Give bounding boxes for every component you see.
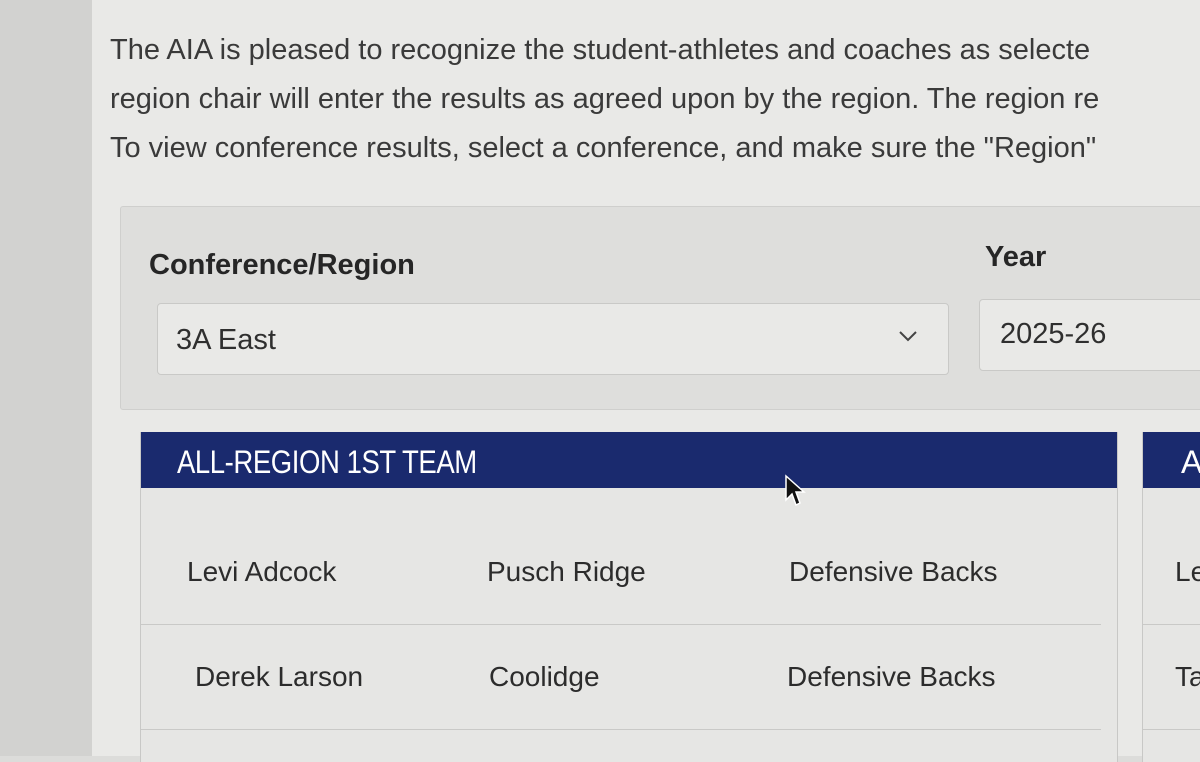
team-header: ALL-REGION 1ST TEAM	[141, 432, 1117, 488]
second-team-header: A	[1143, 432, 1200, 488]
page-content: The AIA is pleased to recognize the stud…	[92, 0, 1200, 762]
second-team-player-name: Le	[1175, 556, 1200, 587]
team-title: ALL-REGION 1ST TEAM	[177, 444, 477, 480]
player-position: Defensive Backs	[789, 556, 998, 587]
year-select[interactable]: 2025-26	[979, 299, 1200, 371]
year-value: 2025-26	[1000, 318, 1107, 350]
player-name: Levi Adcock	[187, 556, 337, 587]
year-label: Year	[985, 241, 1047, 273]
conference-region-value: 3A East	[176, 324, 276, 356]
conference-region-label: Conference/Region	[149, 249, 415, 281]
chevron-down-icon	[899, 331, 917, 342]
second-team-title: A	[1181, 444, 1200, 480]
list-item: Ta	[1143, 627, 1200, 730]
intro-line-3: To view conference results, select a con…	[110, 132, 1097, 164]
left-gutter	[0, 0, 92, 756]
list-item: Le	[1143, 522, 1200, 625]
all-region-1st-team-card: ALL-REGION 1ST TEAM Levi Adcock Pusch Ri…	[140, 432, 1118, 762]
intro-line-2: region chair will enter the results as a…	[110, 83, 1100, 115]
player-name: Derek Larson	[195, 661, 364, 692]
intro-line-1: The AIA is pleased to recognize the stud…	[110, 34, 1091, 66]
conference-region-select[interactable]: 3A East	[157, 303, 949, 375]
table-row: Derek Larson Coolidge Defensive Backs	[141, 627, 1101, 730]
mouse-pointer-icon	[785, 474, 806, 507]
intro-text: The AIA is pleased to recognize the stud…	[110, 26, 1200, 173]
filter-panel: Conference/Region Year 3A East 2025-26	[120, 206, 1200, 410]
second-team-player-name: Ta	[1175, 661, 1200, 692]
table-row: Levi Adcock Pusch Ridge Defensive Backs	[141, 522, 1101, 625]
player-position: Defensive Backs	[787, 661, 996, 692]
player-school: Pusch Ridge	[487, 556, 646, 587]
second-team-card: A Le Ta	[1142, 432, 1200, 762]
player-school: Coolidge	[489, 661, 600, 692]
